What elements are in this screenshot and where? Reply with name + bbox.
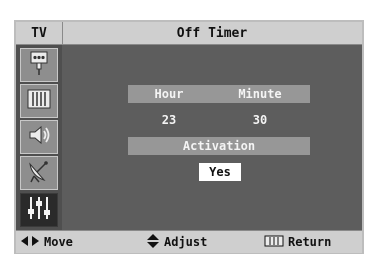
hour-label: Hour (154, 87, 184, 101)
sidebar-item-sound[interactable] (20, 120, 58, 154)
hour-value[interactable]: 23 (128, 111, 210, 129)
help-adjust-label: Adjust (164, 235, 208, 249)
page-title: Off Timer (176, 25, 248, 41)
minute-value[interactable]: 30 (210, 111, 310, 129)
sidebar-item-channel[interactable] (20, 156, 58, 190)
activation-label: Activation (128, 137, 310, 155)
help-bar: Move Adjust Return (16, 230, 362, 253)
help-return-label: Return (288, 235, 332, 249)
menu-tab-tv[interactable]: TV (16, 22, 63, 44)
speaker-sound-icon (26, 123, 52, 151)
hour-minute-header: Hour Minute (128, 85, 310, 103)
left-right-arrows-icon (20, 235, 40, 250)
picture-bars-icon (26, 87, 52, 115)
off-timer-panel: Hour Minute 23 30 Activation Yes (62, 45, 362, 230)
up-down-arrows-icon (146, 233, 160, 251)
osd-menu-frame: TV Off Timer Hour Minute 23 30 Activatio… (14, 20, 364, 254)
satellite-dish-icon (26, 158, 52, 188)
tv-osd-screen: TV Off Timer Hour Minute 23 30 Activatio… (0, 0, 379, 267)
input-plug-icon (28, 50, 50, 80)
help-return: Return (264, 231, 331, 253)
help-move-label: Move (44, 235, 73, 249)
sidebar-item-input[interactable] (20, 48, 58, 82)
help-move: Move (20, 231, 73, 253)
category-sidebar (16, 45, 62, 230)
menu-header: TV Off Timer (16, 22, 362, 45)
sidebar-item-setup[interactable] (20, 193, 58, 227)
sidebar-item-picture[interactable] (20, 84, 58, 118)
sliders-setup-icon (26, 194, 52, 226)
menu-bars-icon (264, 235, 284, 250)
help-adjust: Adjust (146, 231, 207, 253)
activation-value[interactable]: Yes (199, 163, 241, 181)
hour-minute-values: 23 30 (128, 111, 310, 129)
minute-label: Minute (238, 87, 282, 101)
